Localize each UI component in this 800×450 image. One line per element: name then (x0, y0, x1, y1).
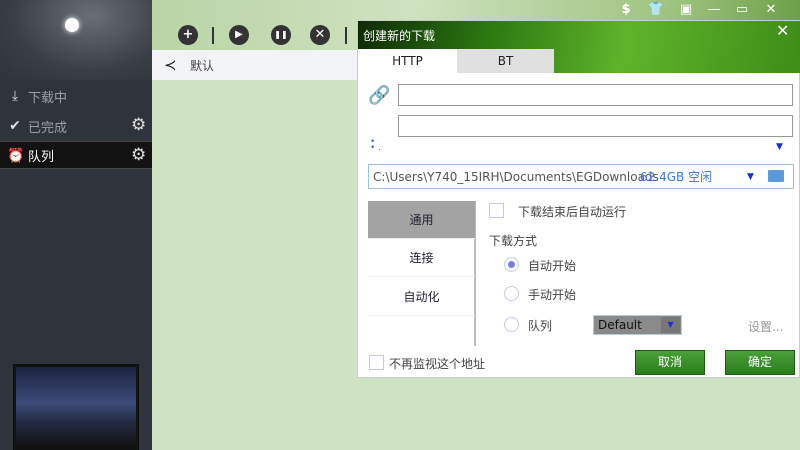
check-circle-icon: ✔ (9, 118, 21, 134)
alarm-clock-icon: ⏰ (7, 148, 25, 164)
stop-button[interactable]: ✕ (310, 25, 330, 45)
filename-input[interactable] (398, 115, 793, 137)
manual-start-label: 手动开始 (528, 288, 577, 302)
queue-select-value: Default (598, 318, 642, 332)
dialog-header: 创建新的下载 ✕ HTTP BT (358, 21, 800, 73)
path-dropdown-icon[interactable]: ▼ (747, 172, 754, 182)
tab-automation[interactable]: 自动化 (368, 278, 475, 316)
radio-manual-start[interactable] (504, 286, 519, 301)
minimize-icon[interactable]: — (700, 0, 728, 20)
sidebar-item-completed[interactable]: ✔ 已完成 ⚙ (0, 112, 152, 140)
toolbar-separator (345, 27, 347, 44)
breadcrumb[interactable]: ≺ 默认 (152, 50, 357, 80)
play-button[interactable]: ▶ (229, 25, 249, 45)
mini-mode-icon[interactable]: ▣ (672, 0, 700, 20)
no-monitor-checkbox[interactable] (369, 355, 384, 370)
download-mode-label: 下载方式 (489, 234, 538, 248)
breadcrumb-label: 默认 (190, 58, 215, 73)
auto-start-label: 自动开始 (528, 259, 577, 273)
share-icon: ≺ (164, 56, 177, 74)
add-button[interactable]: + (178, 25, 198, 45)
url-input[interactable] (398, 84, 793, 106)
ok-button[interactable]: 确定 (725, 350, 795, 375)
no-monitor-label: 不再监视这个地址 (389, 357, 486, 371)
toolbar-separator (212, 27, 214, 44)
free-space: 62.4GB 空闲 (640, 170, 713, 184)
sidebar: ⤓ 下载中 ✔ 已完成 ⚙ ⏰ 队列 ⚙ (0, 0, 152, 450)
tab-bt[interactable]: BT (457, 49, 554, 73)
loading-spinner-icon: • • . (370, 137, 382, 153)
save-path-field[interactable]: C:\Users\Y740_15IRH\Documents\EGDownload… (368, 164, 794, 189)
new-download-dialog: 创建新的下载 ✕ HTTP BT 🔗 • • . ▼ C:\Users\Y740_… (357, 20, 800, 378)
desktop-thumbnail (13, 364, 139, 450)
auto-run-label: 下载结束后自动运行 (518, 205, 627, 219)
eagle-logo (0, 0, 152, 80)
gear-icon[interactable]: ⚙ (131, 147, 146, 164)
queue-label: 队列 (528, 319, 553, 333)
folder-icon[interactable] (768, 170, 784, 182)
chevron-down-icon: ▼ (661, 317, 680, 333)
radio-auto-start[interactable] (504, 257, 519, 272)
sidebar-item-label: 队列 (28, 149, 55, 165)
donate-button[interactable]: $ (612, 0, 640, 20)
queue-select[interactable]: Default ▼ (593, 315, 682, 335)
sidebar-item-label: 已完成 (28, 120, 68, 136)
sidebar-item-label: 下载中 (28, 90, 68, 106)
dialog-title: 创建新的下载 (363, 29, 436, 43)
tab-connection[interactable]: 连接 (368, 239, 475, 277)
window-close-button[interactable]: ✕ (757, 0, 785, 20)
tab-general[interactable]: 通用 (368, 201, 475, 239)
sidebar-item-queue[interactable]: ⏰ 队列 ⚙ (0, 141, 152, 169)
radio-queue[interactable] (504, 317, 519, 332)
tab-http[interactable]: HTTP (358, 49, 457, 73)
gear-icon[interactable]: ⚙ (131, 117, 146, 134)
skin-icon[interactable]: 👕 (642, 0, 670, 20)
dialog-close-button[interactable]: ✕ (776, 21, 789, 40)
expand-dropdown-icon[interactable]: ▼ (776, 142, 783, 152)
link-icon: 🔗 (368, 85, 391, 106)
auto-run-checkbox[interactable] (489, 203, 504, 218)
radio-dot (508, 261, 515, 268)
settings-link[interactable]: 设置... (748, 318, 783, 335)
maximize-icon[interactable]: ▭ (728, 0, 756, 20)
sidebar-item-downloading[interactable]: ⤓ 下载中 (0, 82, 152, 110)
download-icon: ⤓ (11, 88, 19, 104)
save-path: C:\Users\Y740_15IRH\Documents\EGDownload… (373, 169, 659, 184)
cancel-button[interactable]: 取消 (635, 350, 705, 375)
pause-button[interactable]: ❚❚ (271, 25, 291, 45)
logo-eye (65, 18, 79, 32)
